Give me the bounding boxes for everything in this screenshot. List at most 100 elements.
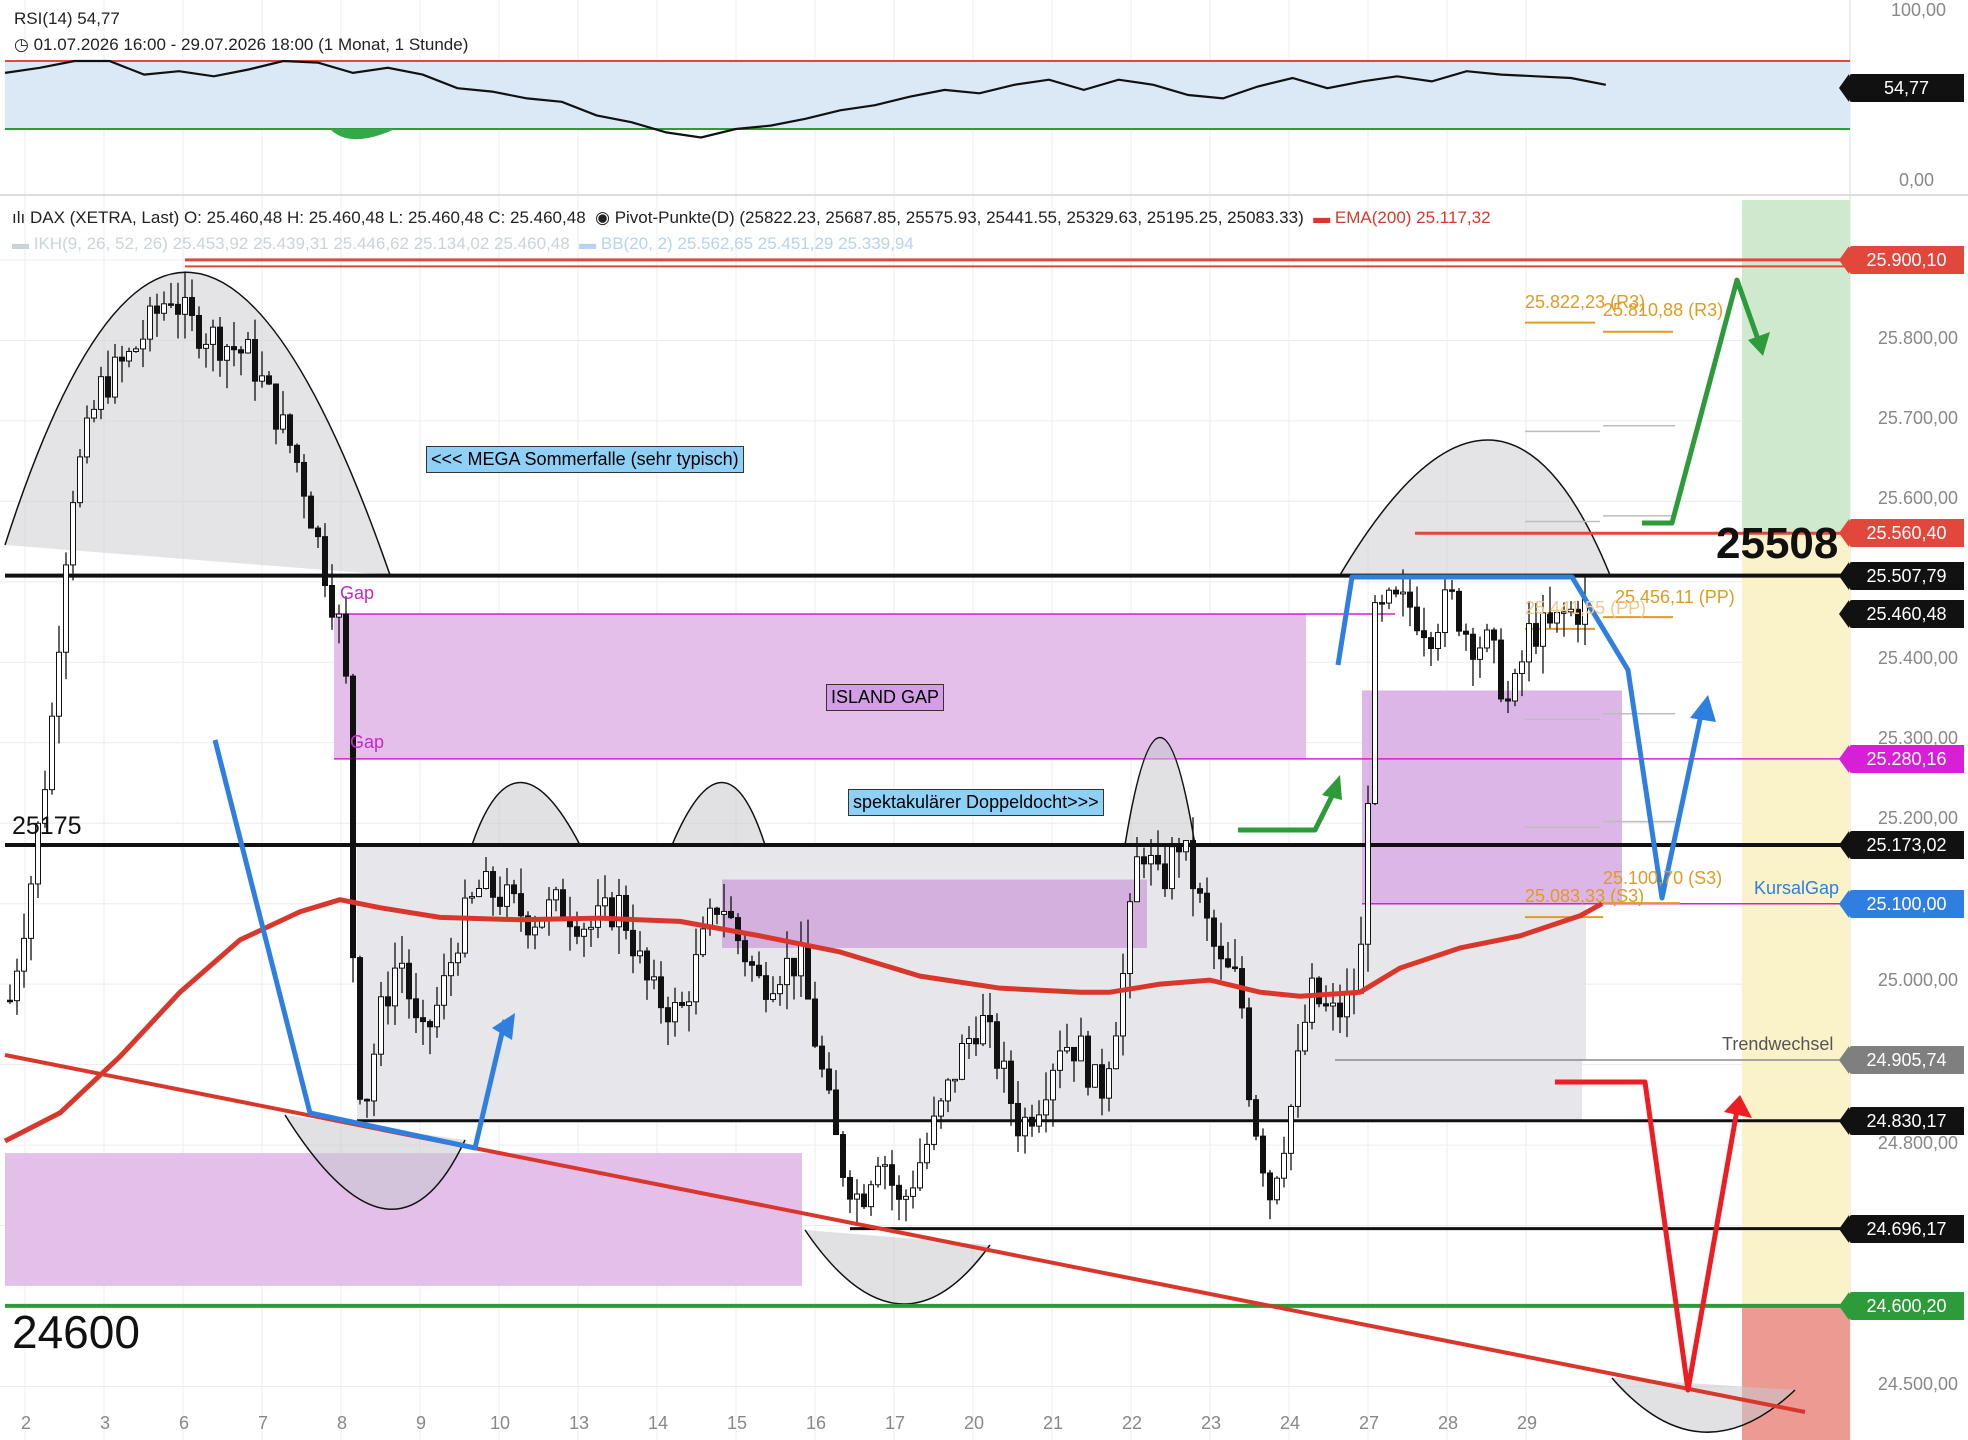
- rsi-range-text: 01.07.2026 16:00 - 29.07.2026 18:00 (1 M…: [33, 35, 469, 54]
- candle-body: [1099, 1064, 1105, 1099]
- level-label-25508: 25508: [1716, 519, 1839, 568]
- zone-red: [1742, 1306, 1850, 1440]
- candle-body: [140, 338, 146, 350]
- candle-body: [1400, 591, 1406, 595]
- candle-body: [756, 964, 762, 977]
- r3-label-b: 25.810,88 (R3): [1603, 300, 1724, 320]
- candle-body: [252, 339, 258, 382]
- candle-body: [938, 1100, 944, 1117]
- candle-body: [1204, 892, 1210, 919]
- green-arrowhead-small: [1322, 775, 1342, 800]
- candle-body: [1197, 888, 1203, 894]
- middle-gap-zone: [722, 879, 1147, 948]
- pivot-values: Pivot-Punkte(D) (25822.23, 25687.85, 255…: [614, 208, 1304, 227]
- candle-body: [623, 894, 629, 931]
- candle-body: [644, 950, 650, 981]
- y-axis-label: 25.800,00: [1877, 328, 1958, 348]
- price-badge: 25.173,02: [1839, 830, 1964, 859]
- candle-body: [1330, 1002, 1336, 1007]
- candle-body: [1008, 1060, 1014, 1104]
- candle-body: [1456, 590, 1462, 632]
- x-axis-label: 24: [1280, 1413, 1301, 1433]
- candle-body: [378, 996, 384, 1055]
- candle-body: [441, 975, 447, 1006]
- arc-top-right: [1339, 439, 1611, 576]
- gap-label-lower: Gap: [350, 732, 385, 752]
- rsi-band: [5, 61, 1850, 129]
- candle-body: [147, 305, 153, 340]
- candle-body: [161, 303, 167, 314]
- candle-body: [1281, 1152, 1287, 1179]
- candle-body: [931, 1115, 937, 1145]
- y-axis-label: 25.200,00: [1877, 808, 1958, 828]
- candle-body: [924, 1143, 930, 1164]
- candle-body: [980, 1014, 986, 1045]
- candle-body: [882, 1164, 888, 1167]
- candle-body: [714, 907, 720, 915]
- candle-body: [203, 343, 209, 349]
- candle-body: [112, 356, 118, 398]
- candle-body: [21, 937, 27, 972]
- candle-body: [1141, 856, 1147, 865]
- candle-body: [1463, 630, 1469, 635]
- ikh-values: IKH(9, 26, 52, 26) 25.453,92 25.439,31 2…: [33, 234, 570, 253]
- candle-body: [420, 1017, 426, 1023]
- x-axis-label: 7: [258, 1413, 269, 1433]
- candle-body: [84, 417, 90, 458]
- candle-body: [280, 414, 286, 430]
- doppeldocht-note: spektakulärer Doppeldocht>>>: [848, 789, 1104, 816]
- candle-body: [1435, 632, 1441, 650]
- ema-values: EMA(200) 25.117,32: [1334, 208, 1491, 227]
- candle-body: [413, 998, 419, 1019]
- candle-body: [483, 871, 489, 889]
- x-axis-label: 9: [416, 1413, 427, 1433]
- candle-body: [560, 889, 566, 918]
- x-axis-label: 10: [490, 1413, 511, 1433]
- candle-body: [168, 303, 174, 306]
- candle-body: [945, 1079, 951, 1102]
- candle-body: [189, 296, 195, 316]
- ema-legend: ▬ EMA(200) 25.117,32: [1313, 208, 1491, 227]
- candle-body: [119, 356, 125, 362]
- candle-body: [1484, 629, 1490, 649]
- candle-body: [266, 375, 272, 385]
- candle-body: [1183, 840, 1189, 853]
- arc-double-1: [471, 782, 581, 846]
- rsi-axis-bottom: 0,00: [1898, 170, 1934, 190]
- x-axis-label: 8: [337, 1413, 348, 1433]
- candle-body: [455, 952, 461, 964]
- candle-body: [1253, 1099, 1259, 1137]
- candle-body: [686, 1001, 692, 1006]
- x-axis-label: 15: [727, 1413, 748, 1433]
- candle-body: [1323, 1003, 1329, 1007]
- rsi-title-text: RSI(14) 54,77: [14, 9, 120, 28]
- candle-body: [462, 897, 468, 954]
- candle-body: [364, 1098, 370, 1102]
- trendwechsel-label: Trendwechsel: [1722, 1034, 1834, 1054]
- clock-icon: ◷: [14, 35, 29, 54]
- candle-body: [1155, 854, 1161, 865]
- candle-body: [819, 1045, 825, 1070]
- candle-body: [245, 339, 251, 354]
- pp-label-b: 25.441,55 (PP): [1525, 598, 1647, 618]
- candle-body: [217, 326, 223, 361]
- candle-body: [1365, 803, 1371, 945]
- candle-body: [231, 346, 237, 351]
- instrument-ohlc: DAX (XETRA, Last) O: 25.460,48 H: 25.460…: [29, 208, 586, 227]
- mega-sommerfalle-note: <<< MEGA Sommerfalle (sehr typisch): [426, 446, 744, 473]
- candle-body: [469, 896, 475, 899]
- price-badge: 24.696,17: [1839, 1214, 1964, 1243]
- candle-body: [63, 564, 69, 653]
- candle-body: [308, 495, 314, 529]
- candle-body: [1302, 1021, 1308, 1052]
- price-badge: 25.900,10: [1839, 245, 1964, 274]
- candle-body: [105, 376, 111, 398]
- candle-body: [133, 348, 139, 352]
- candle-body: [238, 349, 244, 354]
- candle-body: [896, 1184, 902, 1200]
- price-badge: 25.507,79: [1839, 561, 1964, 590]
- main-header-line2: ▬ IKH(9, 26, 52, 26) 25.453,92 25.439,31…: [12, 234, 914, 254]
- candle-body: [1414, 606, 1420, 632]
- candle-body: [91, 408, 97, 419]
- candle-body: [1372, 602, 1378, 805]
